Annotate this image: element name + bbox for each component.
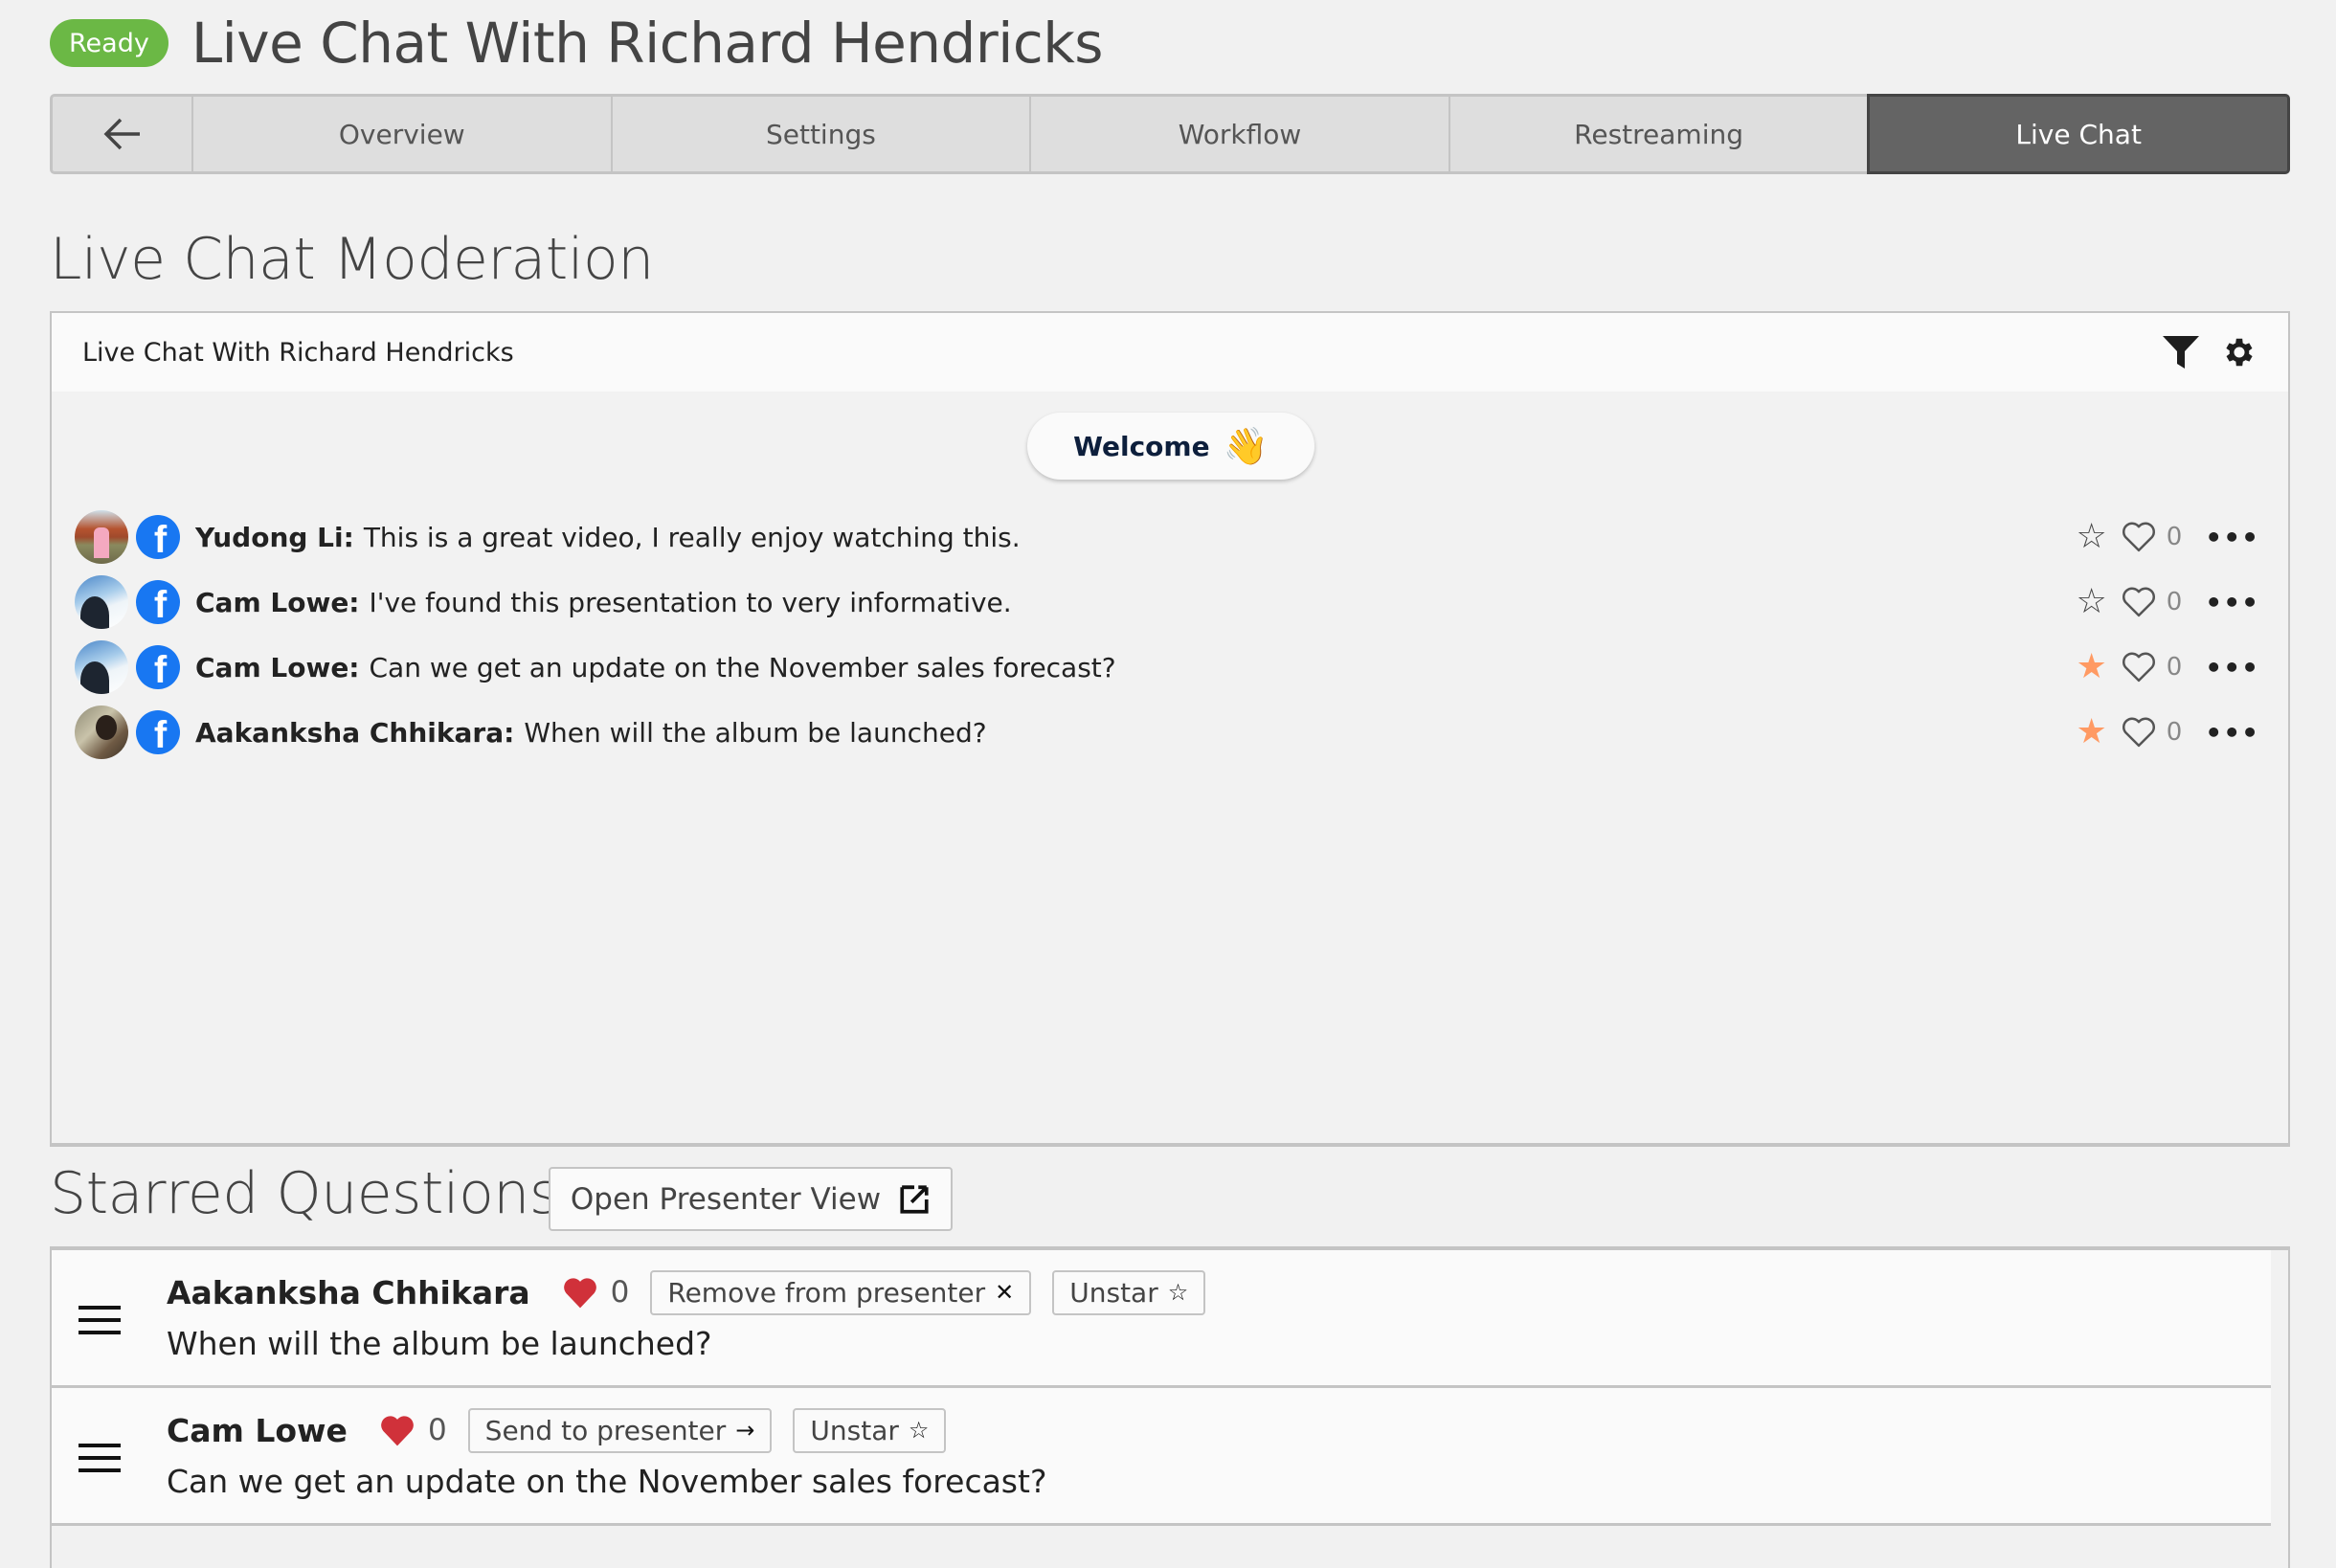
facebook-icon: f (136, 645, 180, 689)
tab-restreaming[interactable]: Restreaming (1448, 97, 1868, 171)
drag-handle-icon[interactable] (79, 1306, 121, 1334)
message-text: This is a great video, I really enjoy wa… (363, 521, 1021, 553)
tab-live-chat[interactable]: Live Chat (1867, 94, 2290, 174)
facebook-icon: f (136, 710, 180, 754)
message-text: I've found this presentation to very inf… (369, 586, 1012, 618)
close-icon: ✕ (995, 1279, 1015, 1306)
avatar (75, 706, 128, 759)
like-count: 0 (2166, 718, 2183, 747)
more-options-icon[interactable]: ••• (2205, 652, 2259, 683)
gear-icon[interactable] (2221, 334, 2257, 370)
message-author: Cam Lowe: (195, 586, 360, 618)
question-text: Can we get an update on the November sal… (167, 1463, 1047, 1500)
open-presenter-view-button[interactable]: Open Presenter View (549, 1167, 953, 1231)
heart-outline-icon[interactable] (2121, 586, 2157, 618)
tab-overview[interactable]: Overview (191, 97, 611, 171)
star-outline-icon: ☆ (908, 1417, 930, 1444)
moderation-heading: Live Chat Moderation (50, 226, 654, 293)
drag-handle-icon[interactable] (79, 1444, 121, 1472)
arrow-left-icon (103, 118, 140, 150)
avatar (75, 510, 128, 564)
heart-filled-icon[interactable] (561, 1275, 599, 1310)
message-author: Yudong Li: (195, 521, 354, 553)
more-options-icon[interactable]: ••• (2205, 587, 2259, 618)
message-author: Aakanksha Chhikara: (195, 716, 515, 749)
like-count: 0 (2166, 523, 2183, 551)
open-presenter-label: Open Presenter View (570, 1181, 882, 1217)
filter-icon[interactable] (2162, 335, 2200, 370)
starred-heading: Starred Questions (50, 1160, 559, 1227)
question-text: When will the album be launched? (167, 1325, 712, 1362)
message-text: When will the album be launched? (524, 716, 987, 749)
external-link-icon (900, 1184, 929, 1214)
chat-message: f Cam Lowe: I've found this presentation… (75, 570, 2259, 635)
arrow-right-icon: → (735, 1417, 755, 1444)
chat-message: f Cam Lowe: Can we get an update on the … (75, 635, 2259, 700)
star-filled-icon[interactable]: ★ (2076, 650, 2106, 684)
heart-outline-icon[interactable] (2121, 716, 2157, 749)
button-label: Unstar (810, 1414, 899, 1446)
more-options-icon[interactable]: ••• (2205, 717, 2259, 749)
tab-settings[interactable]: Settings (610, 97, 1030, 171)
tab-workflow[interactable]: Workflow (1029, 97, 1449, 171)
button-label: Send to presenter (484, 1414, 727, 1446)
chat-message: f Aakanksha Chhikara: When will the albu… (75, 700, 2259, 765)
tab-bar: Overview Settings Workflow Restreaming L… (50, 94, 2290, 174)
chat-panel: Live Chat With Richard Hendricks Welcome… (50, 311, 2290, 1147)
like-count: 0 (610, 1275, 630, 1310)
message-text: Can we get an update on the November sal… (369, 651, 1116, 683)
like-count: 0 (2166, 588, 2183, 616)
question-author: Cam Lowe (167, 1411, 348, 1449)
status-badge: Ready (50, 19, 168, 67)
welcome-pill[interactable]: Welcome 👋 (1027, 413, 1314, 480)
heart-outline-icon[interactable] (2121, 651, 2157, 683)
send-to-presenter-button[interactable]: Send to presenter → (467, 1407, 773, 1453)
starred-question-list: Aakanksha Chhikara 0 Remove from present… (50, 1246, 2290, 1568)
chat-message: f Yudong Li: This is a great video, I re… (75, 504, 2259, 570)
page-title: Live Chat With Richard Hendricks (191, 11, 1104, 76)
message-author: Cam Lowe: (195, 651, 360, 683)
starred-question: Aakanksha Chhikara 0 Remove from present… (52, 1250, 2271, 1388)
star-outline-icon[interactable]: ☆ (2076, 520, 2106, 554)
starred-question: Cam Lowe 0 Send to presenter → Unstar ☆ … (52, 1388, 2271, 1526)
question-author: Aakanksha Chhikara (167, 1273, 530, 1311)
heart-filled-icon[interactable] (378, 1413, 416, 1447)
chat-panel-header: Live Chat With Richard Hendricks (52, 313, 2288, 392)
waving-hand-icon: 👋 (1223, 424, 1269, 467)
star-outline-icon: ☆ (1167, 1279, 1189, 1306)
button-label: Unstar (1069, 1276, 1158, 1309)
star-filled-icon[interactable]: ★ (2076, 715, 2106, 750)
unstar-button[interactable]: Unstar ☆ (793, 1407, 947, 1453)
facebook-icon: f (136, 580, 180, 624)
button-label: Remove from presenter (667, 1276, 986, 1309)
avatar (75, 640, 128, 694)
chat-panel-title: Live Chat With Richard Hendricks (82, 337, 514, 368)
like-count: 0 (2166, 653, 2183, 682)
welcome-label: Welcome (1073, 430, 1210, 462)
facebook-icon: f (136, 515, 180, 559)
star-outline-icon[interactable]: ☆ (2076, 585, 2106, 619)
like-count: 0 (427, 1413, 447, 1447)
avatar (75, 575, 128, 629)
heart-outline-icon[interactable] (2121, 521, 2157, 553)
message-list: f Yudong Li: This is a great video, I re… (75, 504, 2259, 765)
page-header: Ready Live Chat With Richard Hendricks (50, 11, 1104, 76)
unstar-button[interactable]: Unstar ☆ (1052, 1269, 1206, 1315)
remove-from-presenter-button[interactable]: Remove from presenter ✕ (650, 1269, 1032, 1315)
more-options-icon[interactable]: ••• (2205, 522, 2259, 553)
back-button[interactable] (53, 97, 191, 171)
